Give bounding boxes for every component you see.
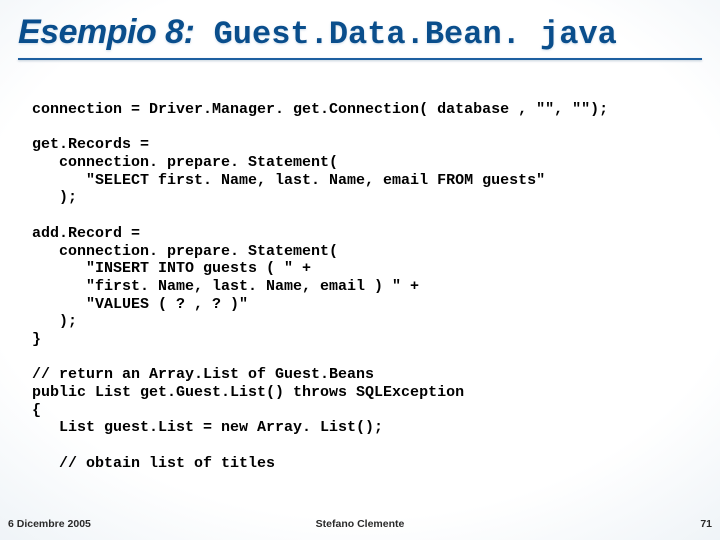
footer-page: 71 xyxy=(700,518,712,530)
title-area: Esempio 8: Guest.Data.Bean. java xyxy=(18,14,702,60)
code-block: connection = Driver.Manager. get.Connect… xyxy=(32,101,696,472)
title-lead: Esempio 8: xyxy=(18,13,194,51)
title-rule xyxy=(18,58,702,60)
slide: Esempio 8: Guest.Data.Bean. java connect… xyxy=(0,0,720,540)
title-tail: Guest.Data.Bean. java xyxy=(194,16,616,53)
footer-author: Stefano Clemente xyxy=(0,518,720,530)
footer: 6 Dicembre 2005 Stefano Clemente 71 xyxy=(0,512,720,530)
slide-title: Esempio 8: Guest.Data.Bean. java xyxy=(18,14,702,52)
